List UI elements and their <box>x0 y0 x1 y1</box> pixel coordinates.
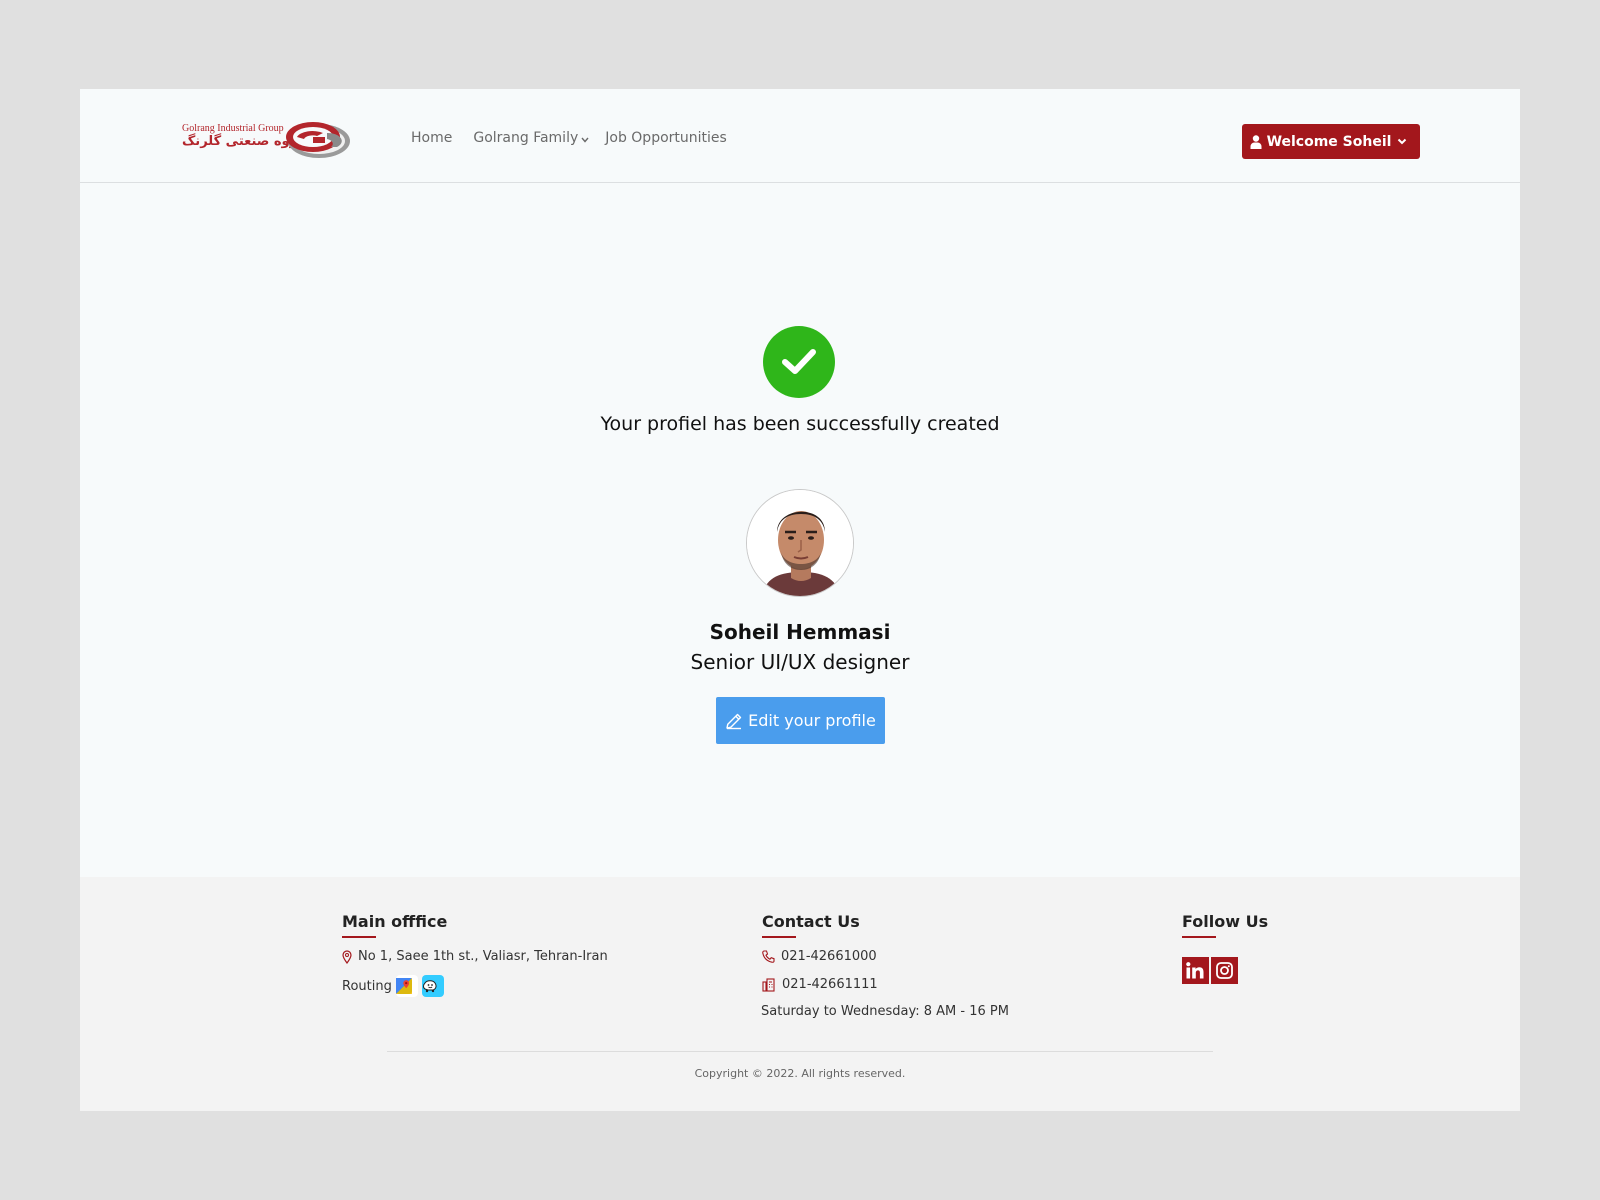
office-hours: Saturday to Wednesday: 8 AM - 16 PM <box>761 1004 1009 1019</box>
logo[interactable]: Golrang Industrial Group گروه صنعتی گلرن… <box>182 119 354 161</box>
nav-home-label: Home <box>411 130 453 146</box>
edit-profile-button[interactable]: Edit your profile <box>716 697 885 744</box>
welcome-label: Welcome Soheil <box>1266 133 1392 150</box>
office-hours-text: Saturday to Wednesday: 8 AM - 16 PM <box>761 1004 1009 1019</box>
user-icon <box>1250 134 1262 149</box>
footer-contact-us: Contact Us 021-42661000 021-42661111 Sat… <box>761 912 1009 1019</box>
footer-follow-us: Follow Us <box>1182 912 1268 984</box>
footer: Main offfice No 1, Saee 1th st., Valiasr… <box>80 877 1520 1111</box>
edit-profile-label: Edit your profile <box>748 711 876 730</box>
waze-icon[interactable] <box>421 975 444 997</box>
logo-text-en: Golrang Industrial Group <box>182 123 284 134</box>
chevron-down-icon <box>1398 138 1407 145</box>
contact-us-heading: Contact Us <box>762 912 860 931</box>
copyright: Copyright © 2022. All rights reserved. <box>694 1067 906 1080</box>
office-address-row: No 1, Saee 1th st., Valiasr, Tehran-Iran <box>342 949 608 964</box>
profile-role: Senior UI/UX designer <box>690 650 910 674</box>
routing-row: Routing <box>342 975 608 997</box>
fax-icon <box>762 977 775 992</box>
pencil-icon <box>726 713 742 729</box>
nav-home[interactable]: Home <box>411 130 452 146</box>
phone-number: 021-42661000 <box>781 949 877 964</box>
profile-name: Soheil Hemmasi <box>709 620 891 644</box>
fax-number: 021-42661111 <box>782 977 878 992</box>
main-nav: Home Golrang Family Job Opportunities <box>411 130 748 146</box>
welcome-user-button[interactable]: Welcome Soheil <box>1242 124 1420 159</box>
nav-golrang-family[interactable]: Golrang Family <box>473 130 589 146</box>
phone-icon <box>762 950 775 963</box>
footer-main-office: Main offfice No 1, Saee 1th st., Valiasr… <box>342 912 608 997</box>
office-address: No 1, Saee 1th st., Valiasr, Tehran-Iran <box>358 949 608 964</box>
routing-label: Routing <box>342 978 392 994</box>
nav-job-opportunities[interactable]: Job Opportunities <box>605 130 727 146</box>
footer-divider <box>387 1051 1213 1052</box>
phone-row: 021-42661000 <box>762 949 1009 964</box>
header: Golrang Industrial Group گروه صنعتی گلرن… <box>80 89 1520 183</box>
page: Golrang Industrial Group گروه صنعتی گلرن… <box>80 89 1520 1111</box>
nav-golrang-family-label: Golrang Family <box>473 130 579 146</box>
main-office-heading: Main offfice <box>342 912 448 931</box>
map-pin-icon <box>342 949 352 964</box>
avatar <box>746 489 854 597</box>
heading-underline <box>762 936 796 938</box>
chevron-down-icon <box>581 137 589 143</box>
heading-underline <box>1182 936 1216 938</box>
follow-us-heading: Follow Us <box>1182 912 1269 931</box>
instagram-icon[interactable] <box>1211 957 1238 984</box>
success-check-icon <box>763 326 835 398</box>
logo-mark-icon <box>286 122 350 158</box>
check-icon <box>782 349 816 374</box>
fax-row: 021-42661111 <box>762 977 1009 992</box>
social-links <box>1182 957 1268 984</box>
google-maps-icon[interactable] <box>395 975 418 997</box>
avatar-portrait <box>747 490 853 596</box>
heading-underline <box>342 936 376 938</box>
success-message: Your profiel has been successfully creat… <box>600 413 1000 435</box>
nav-job-opportunities-label: Job Opportunities <box>605 130 727 146</box>
linkedin-icon[interactable] <box>1182 957 1209 984</box>
